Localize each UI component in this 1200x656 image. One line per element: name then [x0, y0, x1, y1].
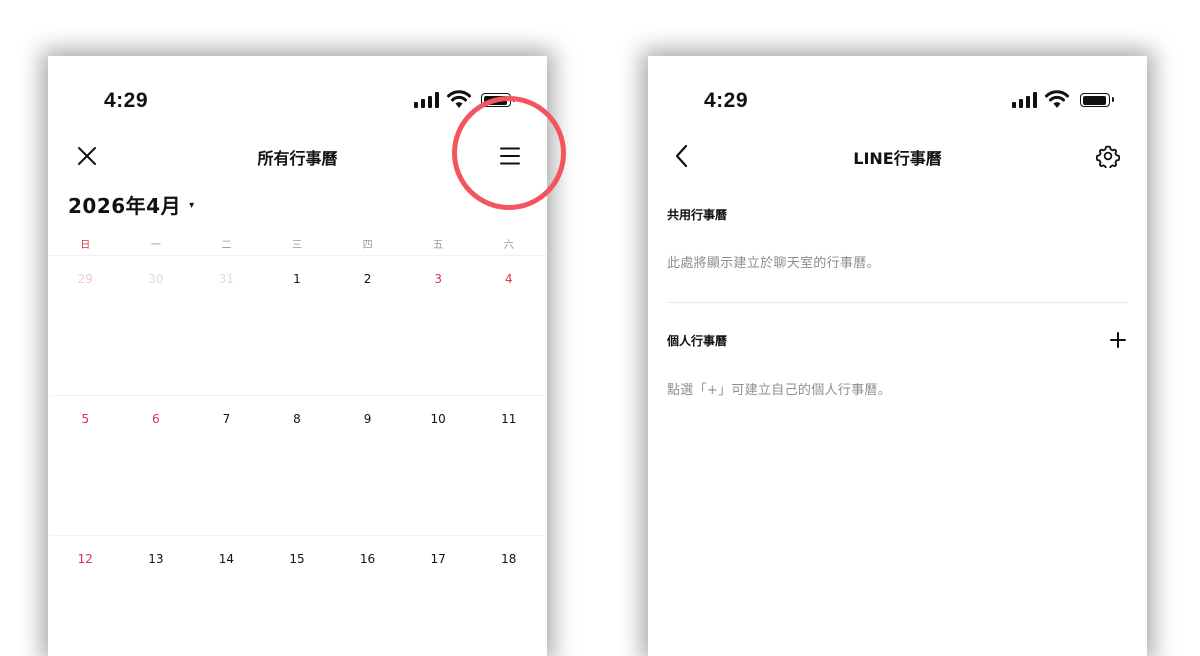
calendar-day-cell[interactable]: 16 [332, 536, 403, 656]
battery-icon [481, 93, 515, 107]
weekday-label: 五 [433, 240, 444, 251]
calendar-week-row: 12 13 14 15 16 17 18 [50, 536, 544, 656]
weekday-label: 二 [221, 240, 232, 251]
weekday-label: 日 [80, 240, 91, 251]
month-label: 2026年4月 [68, 194, 182, 218]
weekday-label: 四 [362, 240, 373, 251]
status-time: 4:29 [704, 89, 749, 112]
calendar-day-cell[interactable]: 11 [473, 396, 544, 535]
calendar-day-cell[interactable]: 2 [332, 256, 403, 395]
calendar-week-row: 5 6 7 8 9 10 11 [50, 396, 544, 536]
menu-icon[interactable] [499, 146, 521, 166]
shared-calendars-empty-text: 此處將顯示建立於聊天室的行事曆。 [667, 256, 880, 271]
calendar-day-cell[interactable]: 14 [191, 536, 262, 656]
line-calendar-screen: 4:29 LINE行事曆 共用行事曆 此處將顯示建立於聊天室的行事曆。 個人行事… [648, 56, 1147, 656]
page-title: 所有行事曆 [257, 149, 338, 168]
gear-icon[interactable] [1096, 144, 1120, 168]
calendar-day-cell[interactable]: 31 [191, 256, 262, 395]
calendar-day-cell[interactable]: 9 [332, 396, 403, 535]
calendar-day-cell[interactable]: 17 [403, 536, 474, 656]
status-time: 4:29 [104, 89, 149, 112]
calendar-day-cell[interactable]: 29 [50, 256, 121, 395]
calendar-day-cell[interactable]: 18 [473, 536, 544, 656]
calendar-week-row: 29 30 31 1 2 3 4 [50, 256, 544, 396]
calendar-day-cell[interactable]: 15 [262, 536, 333, 656]
divider [667, 302, 1128, 303]
calendar-day-cell[interactable]: 13 [121, 536, 192, 656]
all-calendars-screen: 4:29 所有行事曆 2026年4月 ▾ 日 一 二 三 四 五 六 29 30 3… [48, 56, 547, 656]
shared-calendars-title: 共用行事曆 [667, 208, 728, 222]
calendar-day-cell[interactable]: 7 [191, 396, 262, 535]
status-bar: 4:29 [48, 56, 547, 146]
calendar-day-cell[interactable]: 8 [262, 396, 333, 535]
add-icon[interactable] [1110, 332, 1126, 348]
page-title: LINE行事曆 [853, 149, 942, 168]
calendar-day-cell[interactable]: 6 [121, 396, 192, 535]
calendar-day-cell[interactable]: 5 [50, 396, 121, 535]
wifi-icon [1045, 90, 1069, 108]
battery-icon [1080, 93, 1114, 107]
status-bar: 4:29 [648, 56, 1147, 146]
calendar-day-cell[interactable]: 3 [403, 256, 474, 395]
personal-calendars-title: 個人行事曆 [667, 334, 728, 348]
weekday-header: 日 一 二 三 四 五 六 [50, 236, 544, 256]
calendar-day-cell[interactable]: 4 [473, 256, 544, 395]
calendar-day-cell[interactable]: 30 [121, 256, 192, 395]
month-selector[interactable]: 2026年4月 ▾ [68, 190, 195, 219]
calendar-day-cell[interactable]: 12 [50, 536, 121, 656]
calendar-day-cell[interactable]: 10 [403, 396, 474, 535]
weekday-label: 三 [291, 240, 302, 251]
calendar-day-cell[interactable]: 1 [262, 256, 333, 395]
personal-calendars-empty-text: 點選「+」可建立自己的個人行事曆。 [667, 383, 891, 398]
wifi-icon [447, 90, 471, 108]
weekday-label: 六 [503, 240, 514, 251]
cellular-signal-icon [414, 92, 440, 108]
cellular-signal-icon [1012, 92, 1038, 108]
weekday-label: 一 [150, 240, 161, 251]
caret-down-icon: ▾ [189, 200, 195, 211]
